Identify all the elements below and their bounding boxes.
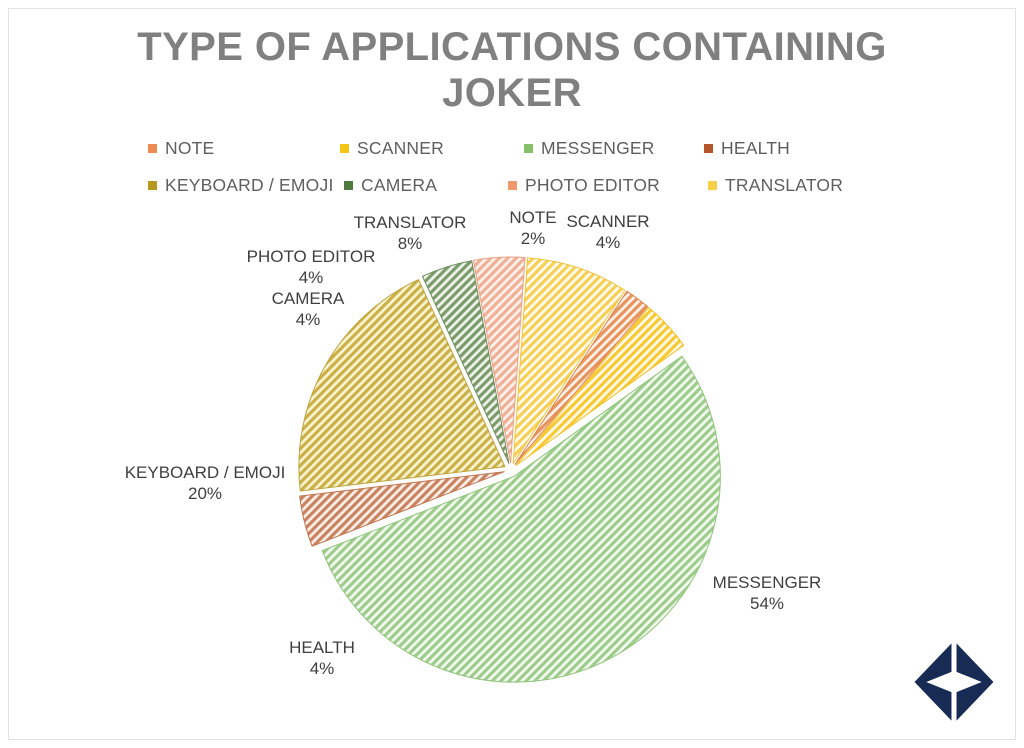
data-label-health-name: HEALTH [289,638,355,657]
data-label-scanner-value: 4% [595,233,621,253]
data-label-translator-name: TRANSLATOR [353,213,467,232]
data-label-photo-editor-value: 4% [298,268,324,288]
data-label-keyboard-emoji-value: 20% [187,484,223,504]
data-label-camera: CAMERA 4% [238,288,378,331]
data-label-health-value: 4% [309,659,335,679]
data-label-scanner-name: SCANNER [566,212,650,231]
logo-left-chevron [914,643,952,721]
diamond-chevron-logo [914,643,994,721]
logo-right-chevron [956,643,994,721]
data-label-photo-editor-name: PHOTO EDITOR [246,247,376,266]
data-label-keyboard-emoji: KEYBOARD / EMOJI 20% [110,462,300,505]
data-label-health: HEALTH 4% [262,637,382,680]
data-label-camera-name: CAMERA [271,289,345,308]
data-label-messenger: MESSENGER 54% [702,572,832,615]
data-label-messenger-name: MESSENGER [712,573,822,592]
pie-chart-svg [298,256,721,683]
data-label-camera-value: 4% [295,310,321,330]
data-label-keyboard-emoji-name: KEYBOARD / EMOJI [124,463,286,482]
pie-chart [0,0,1024,748]
data-label-messenger-value: 54% [749,594,785,614]
slide-canvas: TYPE OF APPLICATIONS CONTAINING JOKER NO… [0,0,1024,748]
data-label-photo-editor: PHOTO EDITOR 4% [231,246,391,289]
data-label-scanner: SCANNER 4% [553,211,663,254]
